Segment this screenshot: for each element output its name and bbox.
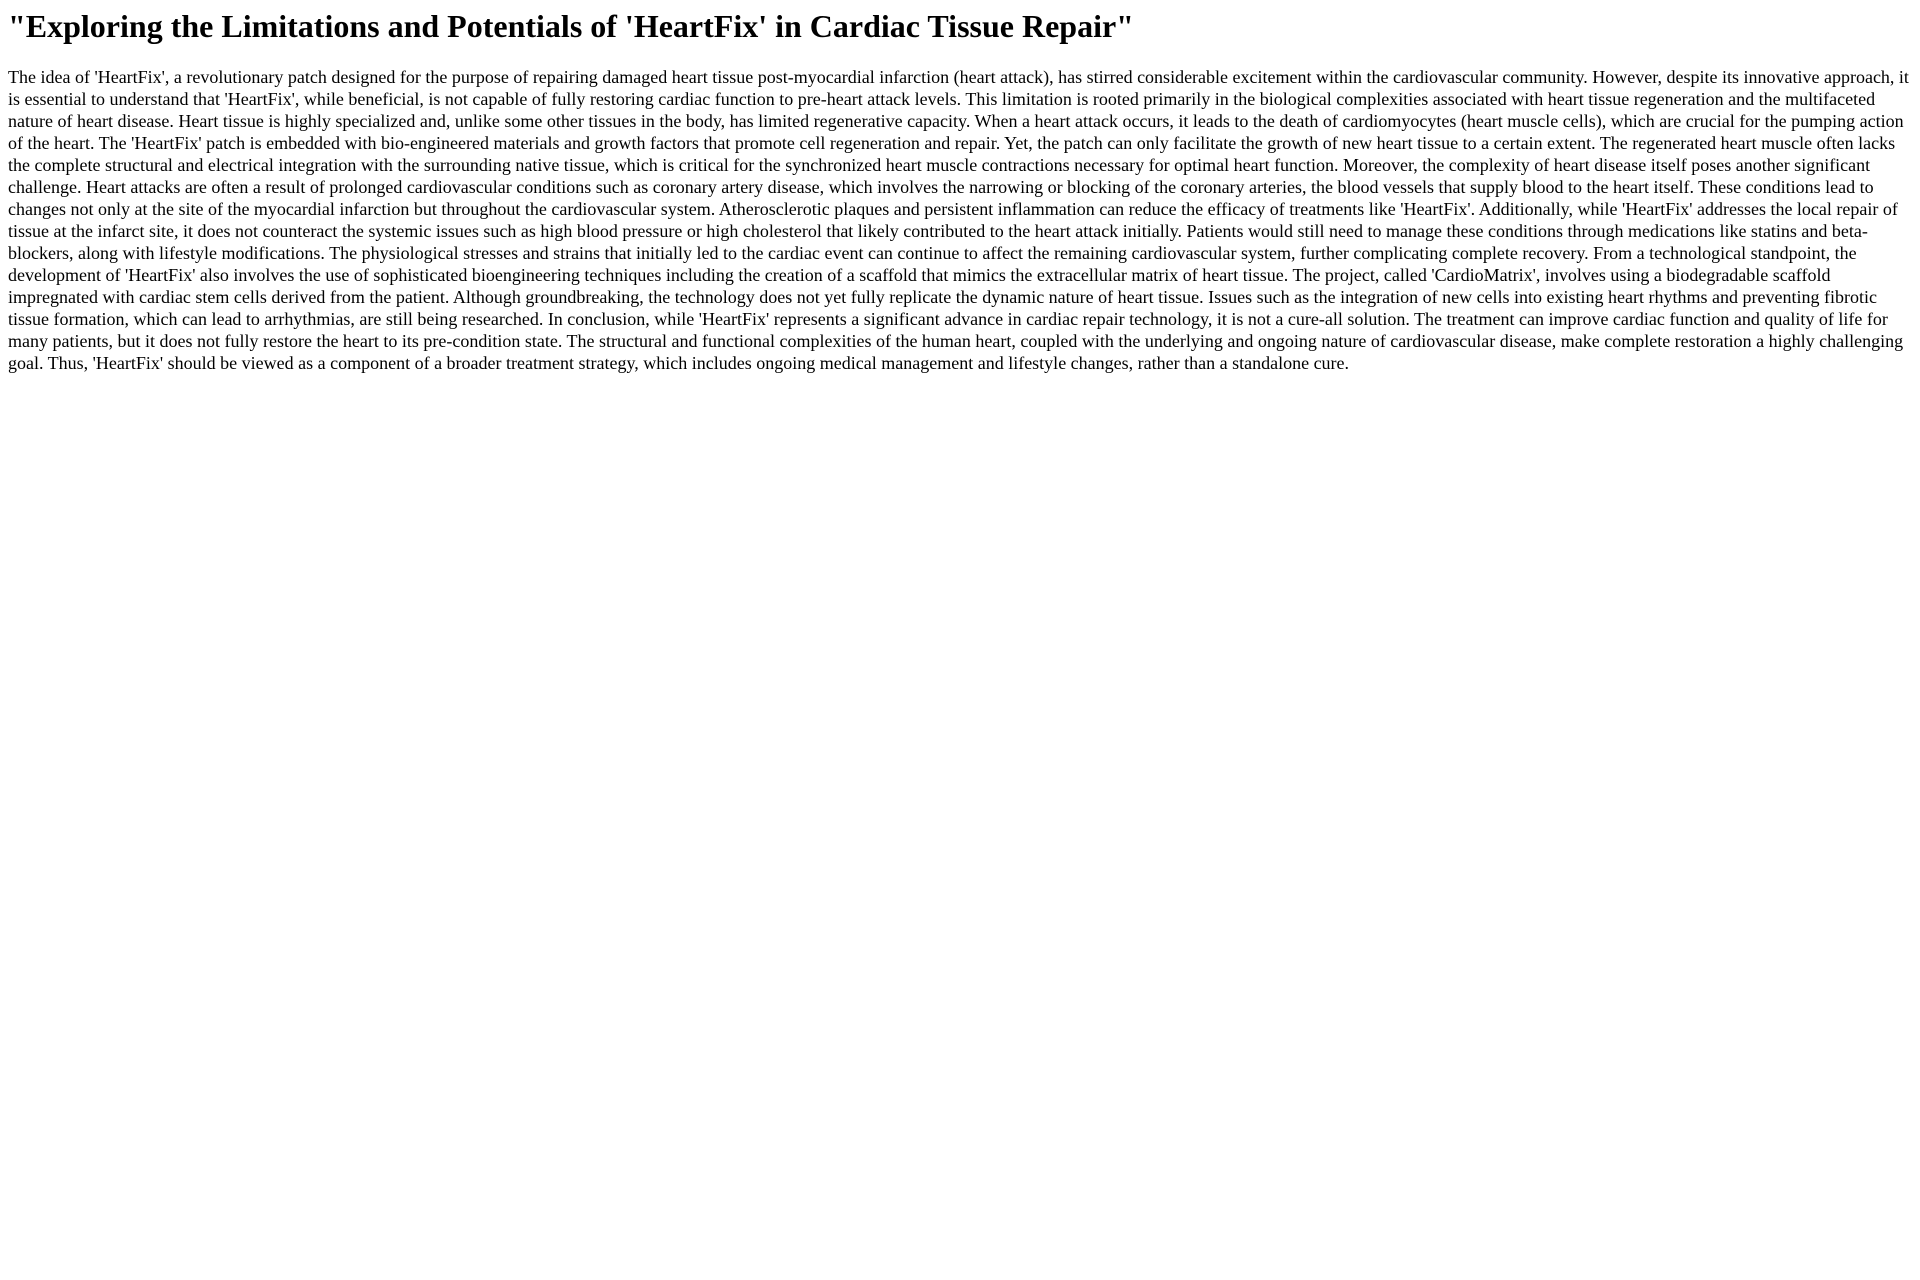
article-body-paragraph: The idea of 'HeartFix', a revolutionary … xyxy=(8,66,1909,373)
article-title: "Exploring the Limitations and Potential… xyxy=(8,8,1134,44)
document-page: "Exploring the Limitations and Potential… xyxy=(8,8,1912,374)
